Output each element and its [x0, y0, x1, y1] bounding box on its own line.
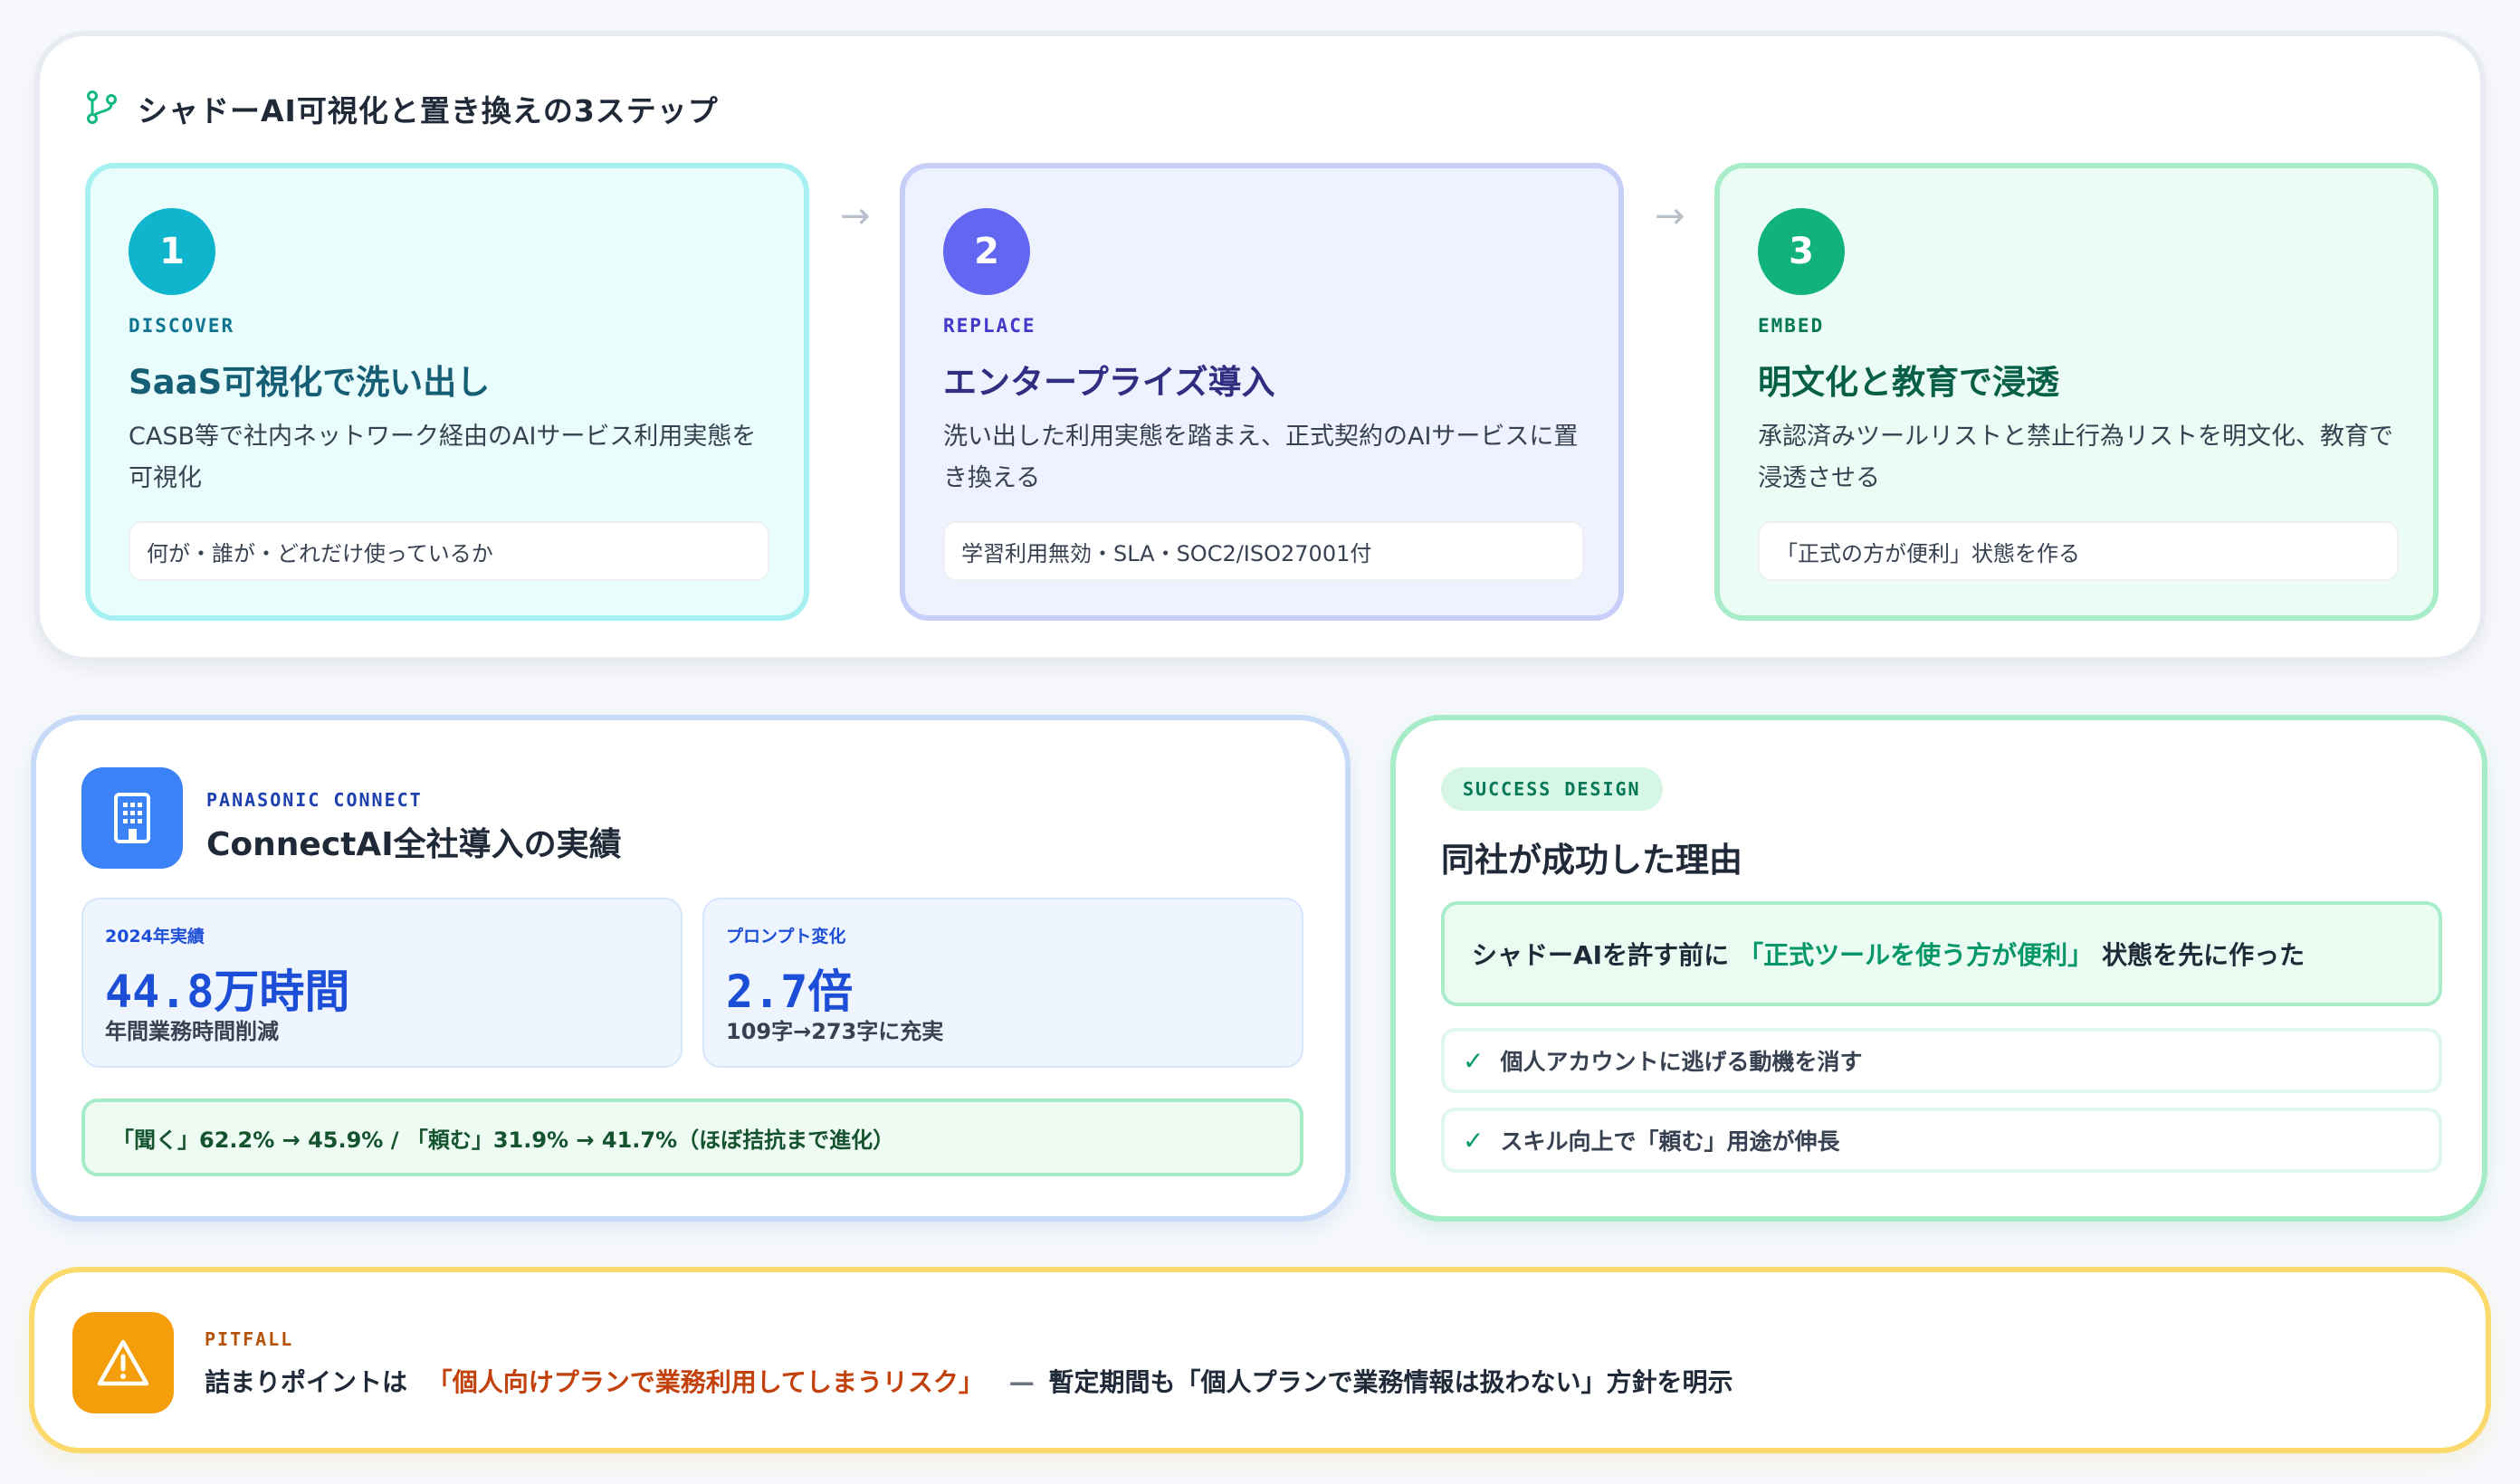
- metric-label: 2024年実績: [105, 927, 205, 947]
- pitfall-kicker: PITFALL: [205, 1328, 294, 1350]
- step-number-badge: 1: [129, 208, 215, 295]
- git-branch-icon: [83, 89, 119, 128]
- step-note: 何が・誰が・どれだけ使っているか: [129, 521, 769, 581]
- success-key-point: シャドーAIを許す前に 「正式ツールを使う方が便利」 状態を先に作った: [1441, 901, 2442, 1006]
- pitfall-text-after: 暫定期間も「個人プランで業務情報は扱わない」方針を明示: [1048, 1367, 1733, 1397]
- step-note: 「正式の方が便利」状態を作る: [1758, 521, 2399, 581]
- panel-header: シャドーAI可視化と置き換えの3ステップ: [83, 81, 719, 136]
- panel-title: シャドーAI可視化と置き換えの3ステップ: [138, 93, 719, 128]
- step-card-embed: 3 EMBED 明文化と教育で浸透 承認済みツールリストと禁止行為リストを明文化…: [1714, 163, 2439, 621]
- case-kicker: PANASONIC CONNECT: [206, 789, 423, 811]
- step-title: SaaS可視化で洗い出し: [129, 363, 491, 402]
- check-item-label: 個人アカウントに逃げる動機を消す: [1500, 1049, 1863, 1075]
- building-icon: [81, 767, 183, 869]
- metric-card-hours: 2024年実績 44.8万時間 年間業務時間削減: [81, 898, 682, 1068]
- key-point-text-before: シャドーAIを許す前に: [1472, 940, 1730, 970]
- step-tag: DISCOVER: [129, 315, 235, 337]
- metric-value: 2.7倍: [726, 966, 854, 1018]
- pitfall-panel: PITFALL 詰まりポイントは 「個人向けプランで業務利用してしまうリスク」 …: [29, 1267, 2491, 1453]
- pitfall-text: 詰まりポイントは 「個人向けプランで業務利用してしまうリスク」 — 暫定期間も「…: [205, 1363, 1732, 1399]
- step-card-discover: 1 DISCOVER SaaS可視化で洗い出し CASB等で社内ネットワーク経由…: [85, 163, 809, 621]
- pitfall-dash: —: [1008, 1367, 1035, 1397]
- warning-icon: [72, 1312, 174, 1413]
- metric-card-prompt: プロンプト変化 2.7倍 109字→273字に充実: [702, 898, 1303, 1068]
- pitfall-text-before: 詰まりポイントは: [205, 1367, 408, 1397]
- step-description: 洗い出した利用実態を踏まえ、正式契約のAIサービスに置き換える: [943, 423, 1579, 492]
- success-title: 同社が成功した理由: [1441, 841, 1742, 880]
- step-note: 学習利用無効・SLA・SOC2/ISO27001付: [943, 521, 1584, 581]
- check-item: ✓ スキル向上で「頼む」用途が伸長: [1441, 1108, 2442, 1173]
- success-design-panel: SUCCESS DESIGN 同社が成功した理由 シャドーAIを許す前に 「正式…: [1390, 715, 2487, 1222]
- metric-caption: 年間業務時間削減: [105, 1019, 279, 1044]
- metric-value: 44.8万時間: [105, 966, 350, 1018]
- step-description: 承認済みツールリストと禁止行為リストを明文化、教育で浸透させる: [1758, 423, 2393, 492]
- success-pill-badge: SUCCESS DESIGN: [1441, 767, 1663, 811]
- check-item-label: スキル向上で「頼む」用途が伸長: [1500, 1128, 1840, 1155]
- step-title: エンタープライズ導入: [943, 363, 1275, 402]
- metric-label: プロンプト変化: [726, 927, 846, 947]
- arrow-right-icon: →: [840, 195, 871, 237]
- key-point-text-after: 状態を先に作った: [2102, 940, 2305, 970]
- check-item: ✓ 個人アカウントに逃げる動機を消す: [1441, 1028, 2442, 1093]
- step-number-badge: 2: [943, 208, 1030, 295]
- check-icon: ✓: [1463, 1045, 1484, 1076]
- metric-caption: 109字→273字に充実: [726, 1019, 944, 1044]
- pitfall-highlight: 「個人向けプランで業務利用してしまうリスク」: [426, 1367, 984, 1397]
- case-title: ConnectAI全社導入の実績: [206, 826, 622, 863]
- case-study-panel: PANASONIC CONNECT ConnectAI全社導入の実績 2024年…: [31, 715, 1351, 1222]
- step-description: CASB等で社内ネットワーク経由のAIサービス利用実態を可視化: [129, 423, 757, 492]
- usage-shift-note: 「聞く」62.2% → 45.9% / 「頼む」31.9% → 41.7%（ほぼ…: [81, 1099, 1303, 1176]
- key-point-highlight: 「正式ツールを使う方が便利」: [1738, 940, 2094, 970]
- step-title: 明文化と教育で浸透: [1758, 363, 2059, 402]
- step-tag: REPLACE: [943, 315, 1036, 337]
- step-number-badge: 3: [1758, 208, 1845, 295]
- three-steps-panel: シャドーAI可視化と置き換えの3ステップ 1 DISCOVER SaaS可視化で…: [34, 31, 2486, 662]
- arrow-right-icon: →: [1655, 195, 1685, 237]
- check-icon: ✓: [1463, 1125, 1484, 1156]
- step-card-replace: 2 REPLACE エンタープライズ導入 洗い出した利用実態を踏まえ、正式契約の…: [900, 163, 1624, 621]
- step-tag: EMBED: [1758, 315, 1825, 337]
